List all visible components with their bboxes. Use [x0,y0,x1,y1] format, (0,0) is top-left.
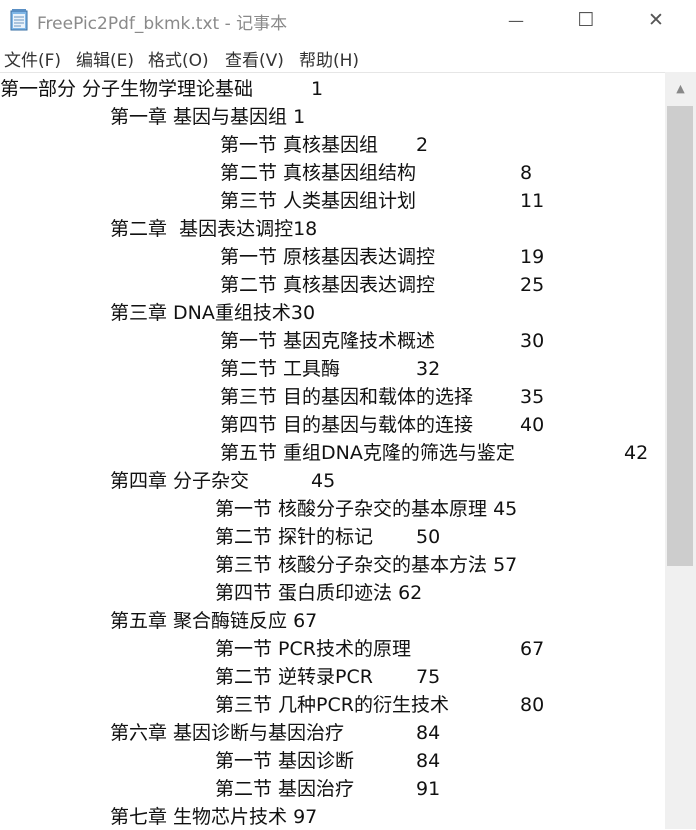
text-line: 第二节 基因治疗 91 [215,778,441,800]
text-line: 第三节 目的基因和载体的选择 35 [220,386,545,408]
chevron-up-icon: ▲ [676,81,685,95]
text-line: 第二节 真核基因表达调控 25 [220,274,545,296]
text-line: 第一节 真核基因组 2 [220,134,429,156]
text-line: 第六章 基因诊断与基因治疗 84 [110,722,441,744]
close-icon: ✕ [648,9,664,31]
text-line: 第一节 基因克隆技术概述 30 [220,330,545,352]
text-line: 第二节 真核基因组结构 8 [220,162,533,184]
scroll-thumb[interactable] [667,106,693,566]
menu-file[interactable]: 文件(F) [4,46,61,71]
notepad-icon [10,9,28,31]
menu-edit[interactable]: 编辑(E) [76,46,134,71]
close-button[interactable]: ✕ [621,0,691,40]
minimize-button[interactable]: — [481,0,551,40]
menu-help[interactable]: 帮助(H) [299,46,359,71]
text-line: 第三节 几种PCR的衍生技术 80 [215,694,545,716]
text-line: 第二节 工具酶 32 [220,358,441,380]
text-line: 第三节 人类基因组计划 11 [220,190,545,212]
text-line: 第二章 基因表达调控18 [110,218,318,240]
menu-format[interactable]: 格式(O) [148,46,209,71]
text-line: 第一节 基因诊断 84 [215,750,441,772]
text-line: 第三章 DNA重组技术30 [110,302,316,324]
text-line: 第二节 逆转录PCR 75 [215,666,441,688]
text-line: 第四节 蛋白质印迹法 62 [215,582,423,604]
text-line: 第七章 生物芯片技术 97 [110,806,318,828]
text-line: 第五章 聚合酶链反应 67 [110,610,318,632]
maximize-button[interactable]: ☐ [551,0,621,40]
minimize-icon: — [508,10,524,30]
maximize-icon: ☐ [577,9,595,31]
text-line: 第一部分 分子生物学理论基础 1 [0,78,324,100]
window-title: FreePic2Pdf_bkmk.txt - 记事本 [37,14,288,34]
text-line: 第五节 重组DNA克隆的筛选与鉴定 42 [220,442,649,464]
text-line: 第二节 探针的标记 50 [215,526,441,548]
text-line: 第四节 目的基因与载体的连接 40 [220,414,545,436]
text-line: 第一节 原核基因表达调控 19 [220,246,545,268]
text-editor[interactable]: 第一部分 分子生物学理论基础 1 第一章 基因与基因组 1 第一节 真核基因组 2 … [0,72,665,830]
text-line: 第一节 核酸分子杂交的基本原理 45 [215,498,518,520]
text-line: 第一章 基因与基因组 1 [110,106,306,128]
menu-view[interactable]: 查看(V) [225,46,284,71]
text-line: 第四章 分子杂交 45 [110,470,336,492]
menu-bar: 文件(F) 编辑(E) 格式(O) 查看(V) 帮助(H) [0,40,696,72]
vertical-scrollbar[interactable]: ▲ [665,72,696,829]
scroll-up-button[interactable]: ▲ [665,72,696,104]
text-line: 第一节 PCR技术的原理 67 [215,638,545,660]
title-bar: FreePic2Pdf_bkmk.txt - 记事本 — ☐ ✕ [0,0,696,40]
text-line: 第三节 核酸分子杂交的基本方法 57 [215,554,518,576]
